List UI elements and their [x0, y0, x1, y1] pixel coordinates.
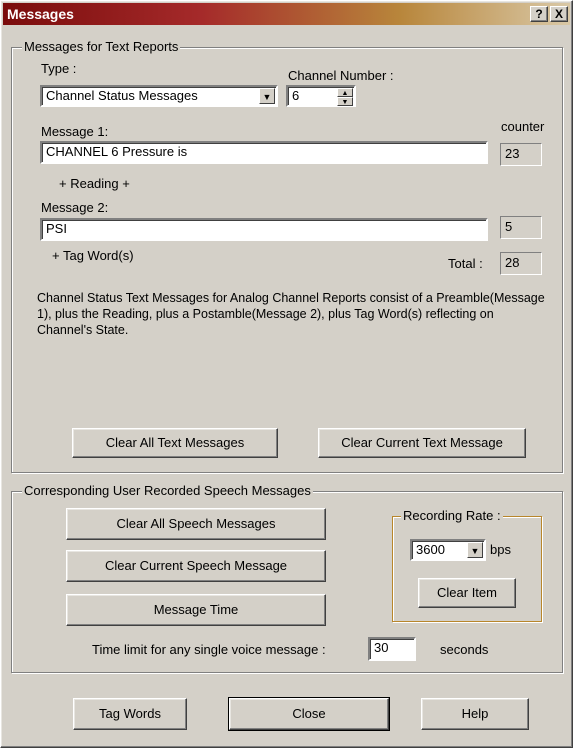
message2-input[interactable]: PSI [40, 218, 488, 241]
spin-down-icon[interactable]: ▼ [337, 97, 353, 106]
message1-counter: 23 [500, 143, 542, 166]
chevron-down-icon[interactable]: ▼ [467, 542, 483, 558]
message2-value: PSI [46, 221, 67, 236]
close-button[interactable]: Close [228, 697, 390, 731]
window-title: Messages [7, 6, 74, 22]
speech-messages-group: Corresponding User Recorded Speech Messa… [11, 483, 563, 673]
tag-words-button[interactable]: Tag Words [73, 698, 187, 730]
speech-group-title: Corresponding User Recorded Speech Messa… [22, 483, 313, 498]
spin-up-icon[interactable]: ▲ [337, 88, 353, 97]
message1-value: CHANNEL 6 Pressure is [46, 144, 188, 159]
message1-label: Message 1: [41, 124, 109, 139]
type-label: Type : [41, 61, 77, 76]
recording-rate-group: Recording Rate : 3600 ▼ bps Clear Item [392, 508, 542, 622]
time-limit-unit: seconds [440, 642, 489, 657]
channel-number-stepper[interactable]: 6 ▲ ▼ [286, 85, 356, 107]
text-reports-group: Messages for Text Reports Type : Channel… [11, 39, 563, 473]
message-time-button[interactable]: Message Time [66, 594, 326, 626]
rate-unit-label: bps [490, 542, 511, 557]
time-limit-label: Time limit for any single voice message … [92, 642, 326, 657]
tagword-label: + Tag Word(s) [52, 248, 134, 263]
recording-rate-value: 3600 [416, 542, 445, 557]
total-counter: 28 [500, 252, 542, 275]
type-select-value: Channel Status Messages [46, 88, 198, 103]
clear-all-speech-button[interactable]: Clear All Speech Messages [66, 508, 326, 540]
channel-number-label: Channel Number : [288, 68, 394, 83]
message2-counter: 5 [500, 216, 542, 239]
help-title-button[interactable]: ? [530, 6, 548, 22]
chevron-down-icon[interactable]: ▼ [259, 88, 275, 104]
message2-label: Message 2: [41, 200, 109, 215]
help-button[interactable]: Help [421, 698, 529, 730]
text-reports-group-title: Messages for Text Reports [22, 39, 181, 54]
type-select[interactable]: Channel Status Messages ▼ [40, 85, 278, 107]
description-text: Channel Status Text Messages for Analog … [37, 291, 545, 337]
counter-label: counter [501, 119, 545, 134]
clear-current-speech-button[interactable]: Clear Current Speech Message [66, 550, 326, 582]
recording-rate-select[interactable]: 3600 ▼ [410, 539, 486, 561]
clear-all-text-button[interactable]: Clear All Text Messages [72, 428, 278, 458]
messages-dialog: Messages ? X Messages for Text Reports T… [0, 0, 573, 748]
title-bar: Messages ? X [3, 3, 570, 25]
clear-item-button[interactable]: Clear Item [418, 578, 516, 608]
message1-input[interactable]: CHANNEL 6 Pressure is [40, 141, 488, 164]
recording-rate-title: Recording Rate : [401, 508, 503, 523]
total-label: Total : [448, 256, 483, 271]
channel-number-value: 6 [292, 88, 300, 103]
time-limit-input[interactable]: 30 [368, 637, 416, 661]
clear-current-text-button[interactable]: Clear Current Text Message [318, 428, 526, 458]
close-title-button[interactable]: X [550, 6, 568, 22]
reading-label: + Reading + [59, 176, 130, 191]
time-limit-value: 30 [374, 640, 389, 655]
